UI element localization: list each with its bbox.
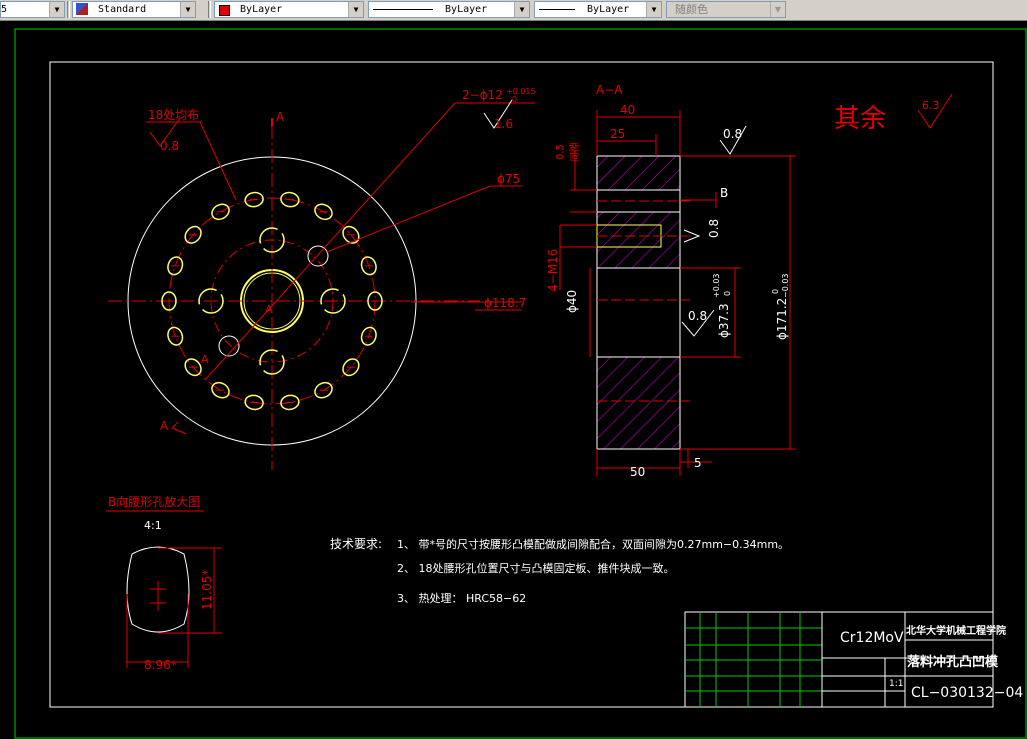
- label-4-M16: 4−M16: [546, 249, 560, 292]
- drawing-number: CL−030132−04: [911, 685, 1023, 701]
- label-roughness-08: 0.8: [707, 219, 721, 238]
- drawing-frame: [49, 61, 994, 708]
- label-phi118: ϕ118.7: [484, 296, 526, 310]
- section-label-A: A: [276, 110, 285, 124]
- section-label-A: A: [201, 353, 209, 366]
- section-title: A−A: [596, 83, 623, 97]
- color-dropdown[interactable]: ByLayer ▼: [214, 1, 364, 18]
- leader-line: [326, 185, 491, 253]
- properties-toolbar: 5 ▼ Standard ▼ ByLayer ▼ ByLayer ▼ ByLay…: [0, 0, 1027, 21]
- tech-item-3: 3、 热处理： HRC58−62: [397, 592, 526, 605]
- dim-40: 40: [620, 103, 635, 117]
- label-B: B: [720, 186, 728, 200]
- scale: 1:1: [889, 679, 903, 689]
- chevron-down-icon[interactable]: ▼: [514, 2, 529, 17]
- layer-value: 5: [1, 4, 8, 15]
- text-style-value: Standard: [98, 4, 147, 15]
- tech-item-2: 2、 18处腰形孔位置尺寸与凸模固定板、推件块成一致。: [397, 561, 675, 575]
- part-name: 落料冲孔凸凹模: [907, 654, 999, 670]
- drawing-canvas[interactable]: 18处均布 0.8 A A A A 2−ϕ12 +0.015 0 1.6 ϕ75…: [0, 20, 1027, 739]
- layer-dropdown[interactable]: 5 ▼: [0, 1, 65, 18]
- remaining-roughness-label: 其余: [834, 104, 886, 134]
- linetype-sample: [373, 9, 433, 10]
- section-mark: [171, 427, 187, 435]
- plot-style-value: 随颜色: [675, 3, 708, 16]
- leader-line: [199, 121, 237, 201]
- front-view: 18处均布 0.8 A A A A 2−ϕ12 +0.015 0 1.6 ϕ75…: [108, 87, 536, 470]
- label-18-holes: 18处均布: [148, 108, 199, 122]
- dim-phi171: ϕ171.2: [775, 298, 789, 340]
- material: Cr12MoV: [840, 630, 904, 646]
- lineweight-sample: [539, 9, 575, 10]
- dim-gap: 间隙: [568, 142, 581, 162]
- chevron-down-icon[interactable]: ▼: [49, 2, 64, 17]
- tech-item-1: 1、 带*号的尺寸按腰形凸模配做成间隙配合，双面间隙为0.27mm−0.34mm…: [397, 537, 789, 551]
- label-roughness-08: 0.8: [688, 309, 707, 323]
- dim-phi40: ϕ40: [565, 290, 579, 313]
- section-view: A−A 40 25 0.5 间隙 0.8 B 0.8 4−M16 ϕ40 ϕ37…: [546, 83, 796, 479]
- dim-1105: 11.05*: [200, 570, 214, 610]
- label-roughness-08: 0.8: [723, 127, 742, 141]
- dim-phi171-tol: 0: [771, 289, 780, 294]
- label-roughness-08: 0.8: [160, 139, 179, 153]
- section-body: [596, 267, 681, 358]
- chevron-down-icon: ▼: [770, 2, 785, 17]
- detail-view: B向腰形孔放大图 4:1 11.05* 8.96*: [106, 494, 222, 672]
- toolbar-separator: [67, 1, 70, 18]
- section-label-A: A: [160, 419, 169, 433]
- dim-05: 0.5: [555, 144, 566, 160]
- dim-phi171-tol2: −0.03: [781, 273, 790, 298]
- lineweight-value: ByLayer: [587, 4, 630, 15]
- title-block: Cr12MoV 北华大学机械工程学院 落料冲孔凸凹模 CL−030132−04 …: [684, 611, 1023, 708]
- color-value: ByLayer: [240, 4, 283, 15]
- chevron-down-icon[interactable]: ▼: [348, 2, 363, 17]
- tech-title: 技术要求:: [330, 537, 382, 551]
- text-style-dropdown[interactable]: Standard ▼: [72, 1, 196, 18]
- plot-style-dropdown: 随颜色 ▼: [666, 1, 786, 18]
- linetype-value: ByLayer: [445, 4, 488, 15]
- color-swatch: [219, 5, 230, 16]
- label-phi75: ϕ75: [497, 172, 520, 186]
- text-style-icon: [76, 3, 88, 15]
- dim-25: 25: [610, 127, 625, 141]
- section-hatch-bottom: [596, 356, 681, 450]
- dim-phi37: ϕ37.3: [717, 303, 731, 338]
- label-2-phi12: 2−ϕ12: [462, 88, 503, 102]
- dim-phi37-tol: +0.03: [712, 273, 721, 298]
- linetype-dropdown[interactable]: ByLayer ▼: [368, 1, 530, 18]
- tech-requirements: 技术要求: 1、 带*号的尺寸按腰形凸模配做成间隙配合，双面间隙为0.27mm−…: [330, 537, 789, 605]
- detail-scale: 4:1: [144, 519, 162, 532]
- dim-5: 5: [694, 456, 702, 470]
- toolbar-separator: [208, 1, 211, 18]
- label-tol-plus: +0.015: [506, 87, 536, 96]
- section-label-A: A: [265, 303, 273, 316]
- school-name: 北华大学机械工程学院: [906, 624, 1006, 637]
- section-mark: [171, 421, 179, 429]
- dim-phi37-tol0: 0: [723, 291, 732, 296]
- label-16: 1.6: [494, 117, 513, 131]
- lineweight-dropdown[interactable]: ByLayer ▼: [534, 1, 662, 18]
- dim-50: 50: [630, 465, 645, 479]
- dim-896: 8.96*: [144, 658, 177, 672]
- chevron-down-icon[interactable]: ▼: [180, 2, 195, 17]
- detail-title: B向腰形孔放大图: [108, 494, 200, 509]
- label-tol-zero: 0: [512, 95, 517, 104]
- remaining-roughness-value: 6.3: [922, 99, 940, 112]
- chevron-down-icon[interactable]: ▼: [646, 2, 661, 17]
- leader-line: [204, 102, 456, 381]
